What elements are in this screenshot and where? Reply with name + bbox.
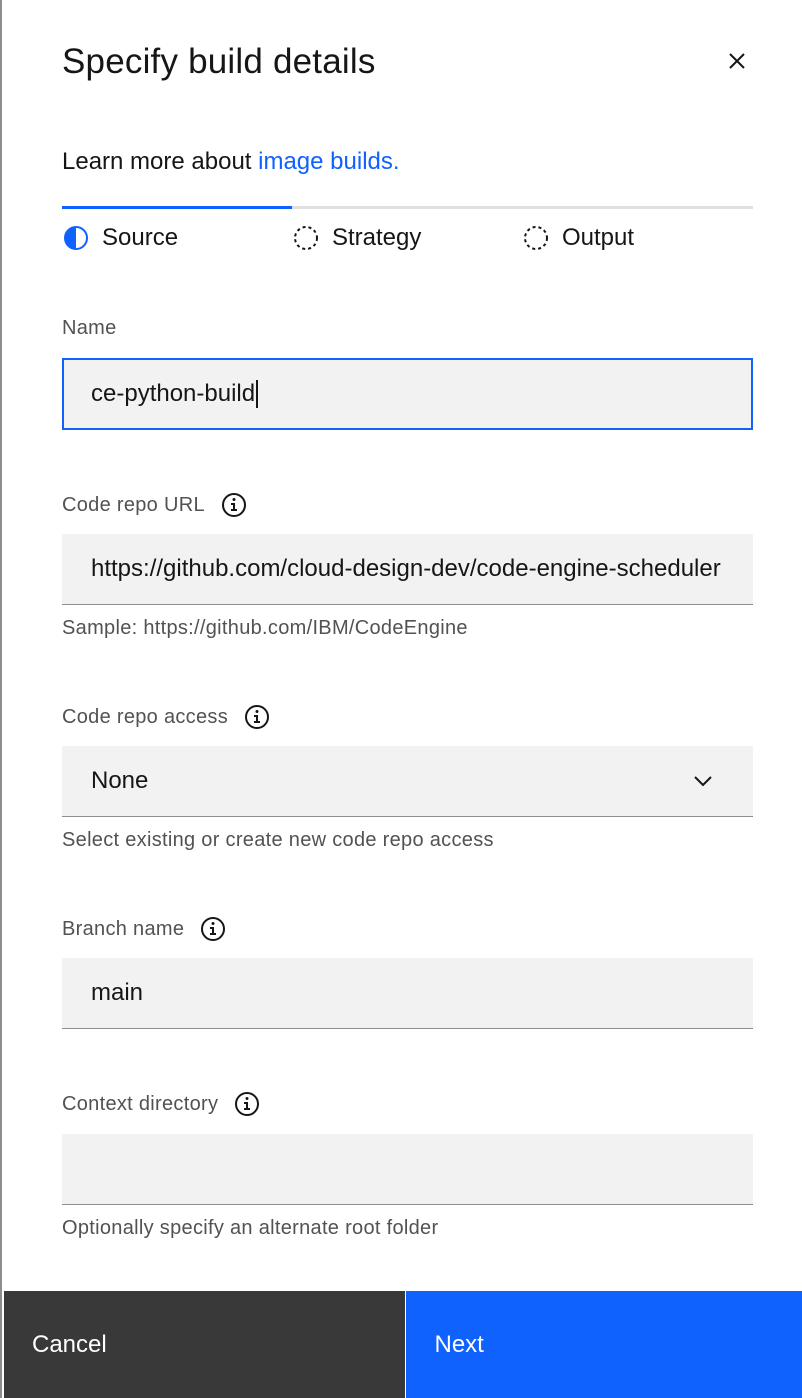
code-repo-url-value: https://github.com/cloud-design-dev/code… (91, 555, 721, 582)
close-button[interactable] (720, 46, 754, 80)
info-icon[interactable] (244, 704, 270, 730)
panel-title: Specify build details (62, 42, 376, 81)
progress-track (62, 206, 753, 209)
side-panel: Specify build details Learn more about i… (0, 0, 802, 1398)
branch-name-label-text: Branch name (62, 917, 185, 940)
name-input[interactable]: ce-python-build (62, 358, 753, 430)
text-cursor (256, 380, 259, 408)
code-repo-url-label: Code repo URL (62, 492, 247, 518)
learn-more-text: Learn more about image builds. (62, 148, 400, 176)
next-button[interactable]: Next (405, 1291, 802, 1398)
branch-name-value: main (91, 979, 144, 1006)
branch-name-input[interactable]: main (62, 958, 753, 1029)
code-repo-access-label-text: Code repo access (62, 705, 229, 728)
step-incomplete-icon (292, 224, 320, 252)
chevron-down-icon (693, 770, 713, 798)
step-strategy[interactable]: Strategy (292, 224, 421, 252)
info-icon[interactable] (200, 916, 226, 942)
close-icon (728, 52, 746, 75)
info-icon[interactable] (221, 492, 247, 518)
step-source[interactable]: Source (62, 224, 178, 252)
step-label: Strategy (332, 224, 422, 251)
code-repo-url-label-text: Code repo URL (62, 493, 205, 516)
step-label: Output (562, 224, 635, 251)
step-incomplete-icon (522, 224, 550, 252)
learn-more-prefix: Learn more about (62, 148, 259, 175)
code-repo-access-select[interactable]: None (62, 746, 753, 817)
context-directory-input[interactable] (62, 1134, 753, 1205)
image-builds-link[interactable]: image builds. (258, 148, 399, 175)
context-directory-label: Context directory (62, 1091, 260, 1117)
code-repo-url-input[interactable]: https://github.com/cloud-design-dev/code… (62, 534, 753, 605)
next-button-label: Next (434, 1330, 484, 1358)
cancel-button[interactable]: Cancel (4, 1291, 405, 1398)
step-current-icon (62, 224, 90, 252)
branch-name-label: Branch name (62, 916, 226, 942)
code-repo-access-value: None (91, 767, 149, 794)
step-label: Source (102, 224, 179, 251)
context-directory-label-text: Context directory (62, 1092, 219, 1115)
cancel-button-label: Cancel (32, 1330, 107, 1358)
code-repo-url-helper: Sample: https://github.com/IBM/CodeEngin… (62, 617, 468, 639)
progress-fill (62, 206, 292, 209)
name-label: Name (62, 317, 117, 340)
code-repo-access-label: Code repo access (62, 704, 270, 730)
name-input-value: ce-python-build (91, 380, 256, 407)
code-repo-access-helper: Select existing or create new code repo … (62, 829, 494, 851)
name-label-text: Name (62, 317, 117, 339)
step-output[interactable]: Output (522, 224, 634, 252)
context-directory-helper: Optionally specify an alternate root fol… (62, 1217, 439, 1239)
info-icon[interactable] (234, 1091, 260, 1117)
panel-footer: Cancel Next (4, 1291, 802, 1398)
